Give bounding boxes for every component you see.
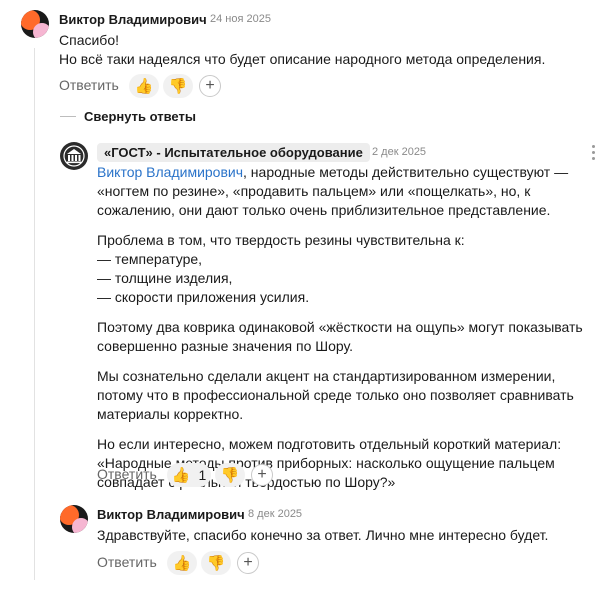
- more-menu-button[interactable]: [592, 145, 596, 163]
- thumbs-up-icon: 👍: [171, 466, 191, 484]
- gost-logo-icon: [60, 142, 88, 170]
- add-reaction-button[interactable]: +: [251, 464, 273, 486]
- user-avatar-icon: [60, 505, 88, 533]
- collapse-dash: [60, 116, 76, 117]
- dislike-button[interactable]: 👎: [201, 551, 231, 575]
- reply-list-line: — температуре,: [97, 251, 203, 267]
- collapse-replies-button[interactable]: Свернуть ответы: [84, 109, 196, 124]
- user-avatar-icon: [21, 10, 49, 38]
- avatar[interactable]: [21, 10, 49, 38]
- comment-text: Виктор Владимирович, народные методы дей…: [97, 163, 587, 492]
- reply-button[interactable]: Ответить: [97, 466, 157, 482]
- comment-author[interactable]: Виктор Владимирович: [97, 507, 245, 522]
- mention-link[interactable]: Виктор Владимирович: [97, 164, 243, 180]
- reply-list-line: — толщине изделия,: [97, 270, 233, 286]
- reply-paragraph: Поэтому два коврика одинаковой «жёсткост…: [97, 319, 583, 354]
- reply-button[interactable]: Ответить: [59, 77, 119, 93]
- more-vertical-icon: [592, 145, 596, 160]
- comment-line: Но всё таки надеялся что будет описание …: [59, 51, 546, 67]
- thumbs-down-icon: 👎: [220, 466, 240, 484]
- reply-paragraph: Мы сознательно сделали акцент на стандар…: [97, 368, 574, 422]
- reply-list-line: Проблема в том, что твердость резины чув…: [97, 232, 465, 248]
- like-button[interactable]: 👍 1: [167, 463, 211, 487]
- comment-date: 24 ноя 2025: [210, 13, 271, 25]
- comment-author[interactable]: Виктор Владимирович: [59, 12, 207, 27]
- thumbs-down-icon: 👎: [168, 77, 188, 95]
- thumbs-down-icon: 👎: [206, 554, 226, 572]
- dislike-button[interactable]: 👎: [163, 74, 193, 98]
- add-reaction-button[interactable]: +: [237, 552, 259, 574]
- reply-list-line: — скорости приложения усилия.: [97, 289, 310, 305]
- comment-date: 2 дек 2025: [372, 146, 427, 158]
- reply-list: Проблема в том, что твердость резины чув…: [97, 231, 587, 307]
- avatar[interactable]: [60, 505, 88, 533]
- comment-line: Спасибо!: [59, 32, 119, 48]
- comment-text: Спасибо! Но всё таки надеялся что будет …: [59, 31, 579, 69]
- like-button[interactable]: 👍: [167, 551, 197, 575]
- comment-date: 8 дек 2025: [248, 508, 303, 520]
- dislike-button[interactable]: 👎: [215, 463, 245, 487]
- like-button[interactable]: 👍: [129, 74, 159, 98]
- thumbs-up-icon: 👍: [172, 554, 192, 572]
- add-reaction-button[interactable]: +: [199, 75, 221, 97]
- comment-text: Здравствуйте, спасибо конечно за ответ. …: [97, 527, 549, 543]
- thumbs-up-icon: 👍: [134, 77, 154, 95]
- reply-button[interactable]: Ответить: [97, 554, 157, 570]
- like-count: 1: [198, 467, 207, 483]
- reply-paragraph: Виктор Владимирович, народные методы дей…: [97, 163, 587, 220]
- thread-line: [34, 48, 35, 580]
- avatar[interactable]: [60, 142, 88, 170]
- comment-author[interactable]: «ГОСТ» - Испытательное оборудование: [97, 143, 370, 162]
